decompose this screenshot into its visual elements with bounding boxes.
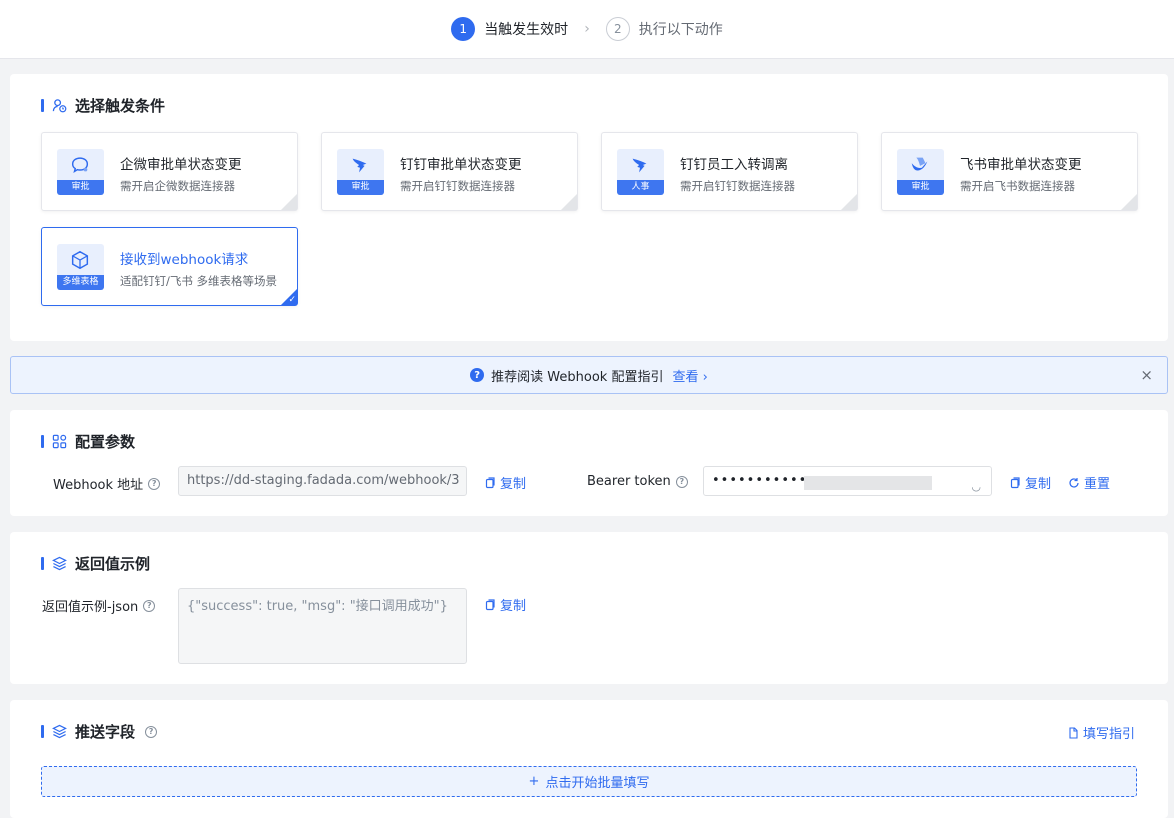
trigger-card-title: 接收到webhook请求: [120, 252, 249, 268]
step-bar: 1 当触发生效时 › 2 执行以下动作: [0, 0, 1174, 59]
plus-icon: +: [528, 774, 540, 789]
feishu-icon: 审批: [897, 149, 944, 195]
apps-grid-icon: [52, 434, 67, 449]
batch-fill-button[interactable]: + 点击开始批量填写: [41, 766, 1137, 797]
trigger-card-desc: 需开启企微数据连接器: [120, 179, 235, 193]
cube-icon: 多维表格: [57, 244, 104, 290]
push-section-header: 推送字段 ?: [41, 721, 158, 742]
help-icon[interactable]: ?: [675, 475, 688, 488]
trigger-card-wecom-approval[interactable]: 审批 企微审批单状态变更 需开启企微数据连接器: [41, 132, 298, 211]
trigger-section-title: 选择触发条件: [75, 97, 166, 115]
return-json-label: 返回值示例-json ?: [42, 596, 156, 615]
trigger-card-dingtalk-hr[interactable]: 人事 钉钉员工入转调离 需开启钉钉数据连接器: [601, 132, 858, 211]
config-section-title: 配置参数: [75, 433, 136, 451]
card-corner-mark: [841, 194, 857, 210]
push-section-title: 推送字段: [75, 723, 136, 741]
webhook-guide-notice: ? 推荐阅读 Webhook 配置指引 查看 › ×: [10, 356, 1168, 394]
dingtalk-icon: 审批: [337, 149, 384, 195]
layers-icon: [52, 556, 67, 571]
document-icon: [1069, 726, 1078, 739]
step-2-label: 执行以下动作: [638, 22, 723, 38]
config-section: 配置参数 Webhook 地址 ? https://dd-staging.fad…: [10, 410, 1168, 516]
chevron-right-icon: ›: [584, 21, 590, 37]
step-1-label: 当触发生效时: [484, 22, 569, 38]
step-2-number: 2: [605, 17, 630, 41]
reset-label: 重置: [1084, 477, 1111, 492]
webhook-url-input[interactable]: https://dd-staging.fadada.com/webhook/3: [178, 466, 467, 496]
trigger-card-tag: 多维表格: [57, 275, 104, 290]
redacted-block: [804, 476, 932, 490]
copy-icon: [485, 598, 495, 610]
step-1[interactable]: 1 当触发生效时: [451, 17, 568, 41]
notice-text: 推荐阅读 Webhook 配置指引: [491, 369, 664, 385]
user-trigger-icon: [52, 98, 67, 113]
notice-view-link[interactable]: 查看 ›: [672, 366, 707, 385]
bearer-token-label: Bearer token ?: [587, 474, 688, 489]
copy-token-button[interactable]: 复制: [1009, 473, 1051, 492]
push-fields-section: 推送字段 ? 填写指引 + 点击开始批量填写: [10, 700, 1168, 818]
layers-icon: [52, 724, 67, 739]
section-accent-bar: [41, 557, 44, 570]
trigger-card-desc: 适配钉钉/飞书 多维表格等场景: [120, 274, 278, 288]
copy-label: 复制: [1025, 477, 1052, 492]
copy-label: 复制: [500, 477, 527, 492]
trigger-card-tag: 人事: [617, 180, 664, 195]
help-icon[interactable]: ?: [143, 599, 156, 612]
return-section-title: 返回值示例: [75, 555, 151, 573]
copy-webhook-button[interactable]: 复制: [484, 473, 526, 492]
return-json-textarea[interactable]: {"success": true, "msg": "接口调用成功"}: [178, 588, 467, 664]
eye-closed-icon[interactable]: ◡: [971, 473, 982, 495]
trigger-section-header: 选择触发条件: [41, 95, 165, 116]
trigger-card-desc: 需开启钉钉数据连接器: [680, 179, 795, 193]
trigger-card-title: 飞书审批单状态变更: [960, 157, 1082, 173]
section-accent-bar: [41, 435, 44, 448]
copy-icon: [1010, 476, 1020, 488]
batch-fill-label: 点击开始批量填写: [545, 776, 650, 791]
config-section-header: 配置参数: [41, 431, 135, 452]
reset-token-button[interactable]: 重置: [1068, 473, 1110, 492]
fill-guide-link[interactable]: 填写指引: [1067, 723, 1135, 742]
step-2[interactable]: 2 执行以下动作: [605, 17, 723, 41]
chat-bubble-icon: 审批: [57, 149, 104, 195]
dingtalk-icon: 人事: [617, 149, 664, 195]
copy-label: 复制: [500, 599, 527, 614]
return-section-header: 返回值示例: [41, 553, 150, 574]
copy-return-button[interactable]: 复制: [484, 595, 526, 614]
webhook-url-label-text: Webhook 地址: [53, 478, 144, 493]
card-corner-mark: [281, 194, 297, 210]
trigger-card-title: 钉钉员工入转调离: [680, 157, 788, 173]
section-accent-bar: [41, 725, 44, 738]
trigger-card-feishu-approval[interactable]: 审批 飞书审批单状态变更 需开启飞书数据连接器: [881, 132, 1138, 211]
fill-guide-label: 填写指引: [1083, 727, 1136, 742]
refresh-icon: [1069, 477, 1079, 488]
return-json-label-text: 返回值示例-json: [42, 600, 139, 615]
webhook-url-label: Webhook 地址 ?: [53, 474, 161, 493]
card-corner-mark: [1121, 194, 1137, 210]
help-icon[interactable]: ?: [145, 725, 158, 738]
trigger-card-desc: 需开启钉钉数据连接器: [400, 179, 515, 193]
trigger-section: 选择触发条件 审批 企微审批单状态变更 需开启企微数据连接器 审批 钉钉审批单状…: [10, 74, 1168, 341]
trigger-card-title: 钉钉审批单状态变更: [400, 157, 522, 173]
step-1-number: 1: [451, 17, 476, 41]
trigger-card-webhook[interactable]: 多维表格 接收到webhook请求 适配钉钉/飞书 多维表格等场景 ✓: [41, 227, 298, 306]
trigger-card-tag: 审批: [897, 180, 944, 195]
trigger-card-tag: 审批: [57, 180, 104, 195]
close-icon[interactable]: ×: [1140, 366, 1153, 384]
bearer-token-label-text: Bearer token: [587, 474, 671, 489]
check-icon: ✓: [288, 295, 296, 305]
trigger-card-desc: 需开启飞书数据连接器: [960, 179, 1075, 193]
question-circle-icon: ?: [470, 368, 485, 382]
section-accent-bar: [41, 99, 44, 112]
trigger-card-title: 企微审批单状态变更: [120, 157, 242, 173]
trigger-card-dingtalk-approval[interactable]: 审批 钉钉审批单状态变更 需开启钉钉数据连接器: [321, 132, 578, 211]
copy-icon: [485, 476, 495, 488]
trigger-card-tag: 审批: [337, 180, 384, 195]
card-corner-mark: [561, 194, 577, 210]
return-example-section: 返回值示例 返回值示例-json ? {"success": true, "ms…: [10, 532, 1168, 684]
bearer-token-input[interactable]: •••••••••••••• ◡: [703, 466, 992, 496]
help-icon[interactable]: ?: [148, 477, 161, 490]
